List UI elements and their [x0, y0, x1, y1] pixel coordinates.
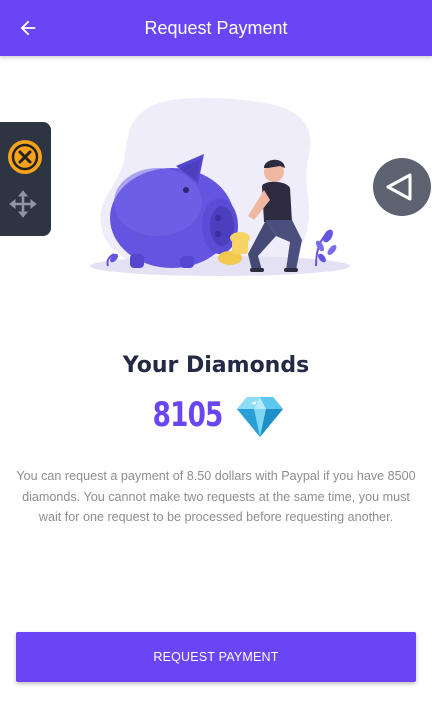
diamonds-heading: Your Diamonds — [122, 353, 310, 378]
move-arrows-icon[interactable] — [7, 188, 39, 220]
page-title: Request Payment — [144, 18, 288, 38]
diamond-count: 8105 — [153, 395, 224, 435]
app-bar: Request Payment — [0, 0, 432, 56]
close-circle-icon[interactable] — [7, 139, 43, 175]
triangle-left-icon[interactable] — [372, 157, 432, 217]
payment-info-text: You can request a payment of 8.50 dollar… — [16, 469, 416, 524]
diamond-icon — [236, 397, 283, 437]
request-payment-button[interactable]: REQUEST PAYMENT — [16, 632, 416, 682]
piggy-bank-illustration — [90, 97, 350, 276]
diamond-balance: 8105 — [0, 390, 432, 440]
